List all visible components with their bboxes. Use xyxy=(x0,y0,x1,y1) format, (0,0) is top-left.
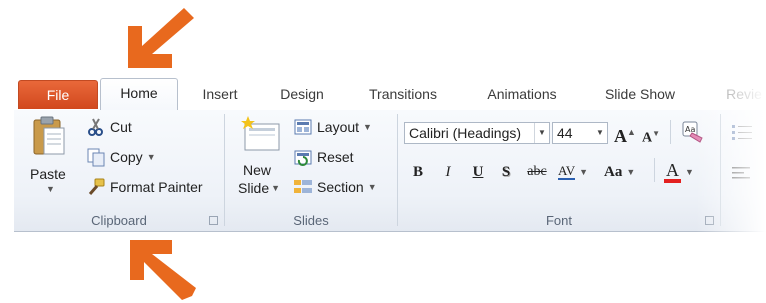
cut-button[interactable]: Cut xyxy=(86,115,132,139)
section-label: Section xyxy=(317,179,364,195)
character-spacing-label: AV xyxy=(558,163,576,180)
font-color-label: A xyxy=(664,161,681,183)
new-slide-button[interactable]: New Slide ▼ xyxy=(235,114,285,202)
tab-slide-show[interactable]: Slide Show xyxy=(598,80,682,108)
toolbar-divider xyxy=(654,158,655,182)
bold-button[interactable]: B xyxy=(408,160,428,184)
layout-button[interactable]: Layout ▼ xyxy=(293,115,372,139)
layout-dropdown-icon: ▼ xyxy=(363,122,372,132)
grow-font-button[interactable]: A▲ xyxy=(614,120,638,146)
font-color-dropdown-icon: ▼ xyxy=(685,167,694,177)
format-painter-button[interactable]: Format Painter xyxy=(86,175,203,199)
paste-label: Paste xyxy=(30,166,66,182)
bullets-icon[interactable] xyxy=(731,122,753,142)
underline-button[interactable]: U xyxy=(468,160,488,184)
toolbar-divider xyxy=(670,120,671,144)
format-painter-label: Format Painter xyxy=(110,179,203,195)
font-name-combobox[interactable]: Calibri (Headings) ▼ xyxy=(404,122,550,144)
font-name-dropdown-icon[interactable]: ▼ xyxy=(534,123,549,143)
change-case-label: Aa xyxy=(604,163,623,180)
slides-group: New Slide ▼ Layout ▼ Reset Section ▼ Sli… xyxy=(225,110,397,231)
font-format-row: B I U S abc AV ▼ Aa ▼ A ▼ xyxy=(408,158,718,186)
strikethrough-button[interactable]: abc xyxy=(522,160,552,184)
font-group-label: Font xyxy=(545,213,572,228)
font-name-value: Calibri (Headings) xyxy=(409,125,522,141)
font-size-dropdown-icon[interactable]: ▼ xyxy=(593,123,607,143)
font-group: Calibri (Headings) ▼ 44 ▼ A▲ A▼ Aa B I U… xyxy=(398,110,720,231)
tab-review[interactable]: Revie xyxy=(714,80,766,108)
cut-label: Cut xyxy=(110,119,132,135)
clipboard-dialog-launcher-icon[interactable] xyxy=(209,216,218,225)
font-size-combobox[interactable]: 44 ▼ xyxy=(552,122,608,144)
new-slide-label-line1: New xyxy=(243,162,272,178)
font-dialog-launcher-icon[interactable] xyxy=(705,216,714,225)
tab-animations[interactable]: Animations xyxy=(478,80,566,108)
tab-file[interactable]: File xyxy=(18,80,98,109)
format-painter-icon xyxy=(88,178,105,195)
copy-dropdown-icon: ▼ xyxy=(146,152,156,162)
clipboard-group: Paste ▼ Cut Copy ▼ Format Painter Clipbo… xyxy=(14,110,224,231)
change-case-dropdown-icon: ▼ xyxy=(626,167,636,177)
ribbon: File Home Insert Design Transitions Anim… xyxy=(14,78,766,233)
tab-home[interactable]: Home xyxy=(100,78,178,111)
ribbon-tab-bar: File Home Insert Design Transitions Anim… xyxy=(14,78,766,111)
reset-label: Reset xyxy=(317,149,354,165)
copy-label: Copy xyxy=(110,149,143,165)
home-ribbon-panel: Paste ▼ Cut Copy ▼ Format Painter Clipbo… xyxy=(14,110,766,232)
paste-button[interactable]: Paste ▼ xyxy=(24,114,78,198)
clipboard-group-label: Clipboard xyxy=(91,213,147,228)
layout-icon xyxy=(294,119,312,135)
font-color-button[interactable]: A ▼ xyxy=(664,160,704,184)
paste-icon xyxy=(33,116,65,155)
section-icon xyxy=(294,180,312,193)
text-shadow-button[interactable]: S xyxy=(496,160,516,184)
copy-icon xyxy=(87,148,105,167)
paste-dropdown-icon: ▼ xyxy=(46,184,55,194)
shrink-font-button[interactable]: A▼ xyxy=(642,122,664,146)
scissors-icon xyxy=(88,118,103,136)
align-left-icon[interactable] xyxy=(731,164,753,184)
svg-text:Aa: Aa xyxy=(685,125,695,134)
tab-design[interactable]: Design xyxy=(272,80,332,108)
grow-font-arrow-icon: ▲ xyxy=(627,127,636,137)
copy-button[interactable]: Copy ▼ xyxy=(86,145,156,169)
new-slide-icon xyxy=(241,116,280,151)
new-slide-label-line2: Slide xyxy=(238,180,270,196)
section-button[interactable]: Section ▼ xyxy=(293,175,377,199)
character-spacing-button[interactable]: AV ▼ xyxy=(558,160,594,184)
reset-icon xyxy=(294,150,312,166)
section-dropdown-icon: ▼ xyxy=(367,182,377,192)
font-size-value: 44 xyxy=(557,125,573,141)
tab-transitions[interactable]: Transitions xyxy=(360,80,446,108)
italic-button[interactable]: I xyxy=(438,160,458,184)
change-case-button[interactable]: Aa ▼ xyxy=(604,160,644,184)
clear-formatting-icon[interactable]: Aa xyxy=(680,120,704,144)
reset-button[interactable]: Reset xyxy=(293,145,354,169)
slides-group-label: Slides xyxy=(293,213,329,228)
tab-insert[interactable]: Insert xyxy=(192,80,248,108)
arrow-pointing-up-left-icon xyxy=(130,240,196,300)
arrow-pointing-down-left-icon xyxy=(128,8,194,68)
shrink-font-label: A xyxy=(642,130,653,146)
paragraph-group xyxy=(721,110,766,231)
character-spacing-dropdown-icon: ▼ xyxy=(579,167,589,177)
layout-label: Layout xyxy=(317,119,360,135)
grow-font-label: A xyxy=(614,126,627,146)
new-slide-dropdown-icon: ▼ xyxy=(271,183,281,193)
shrink-font-arrow-icon: ▼ xyxy=(652,129,661,138)
